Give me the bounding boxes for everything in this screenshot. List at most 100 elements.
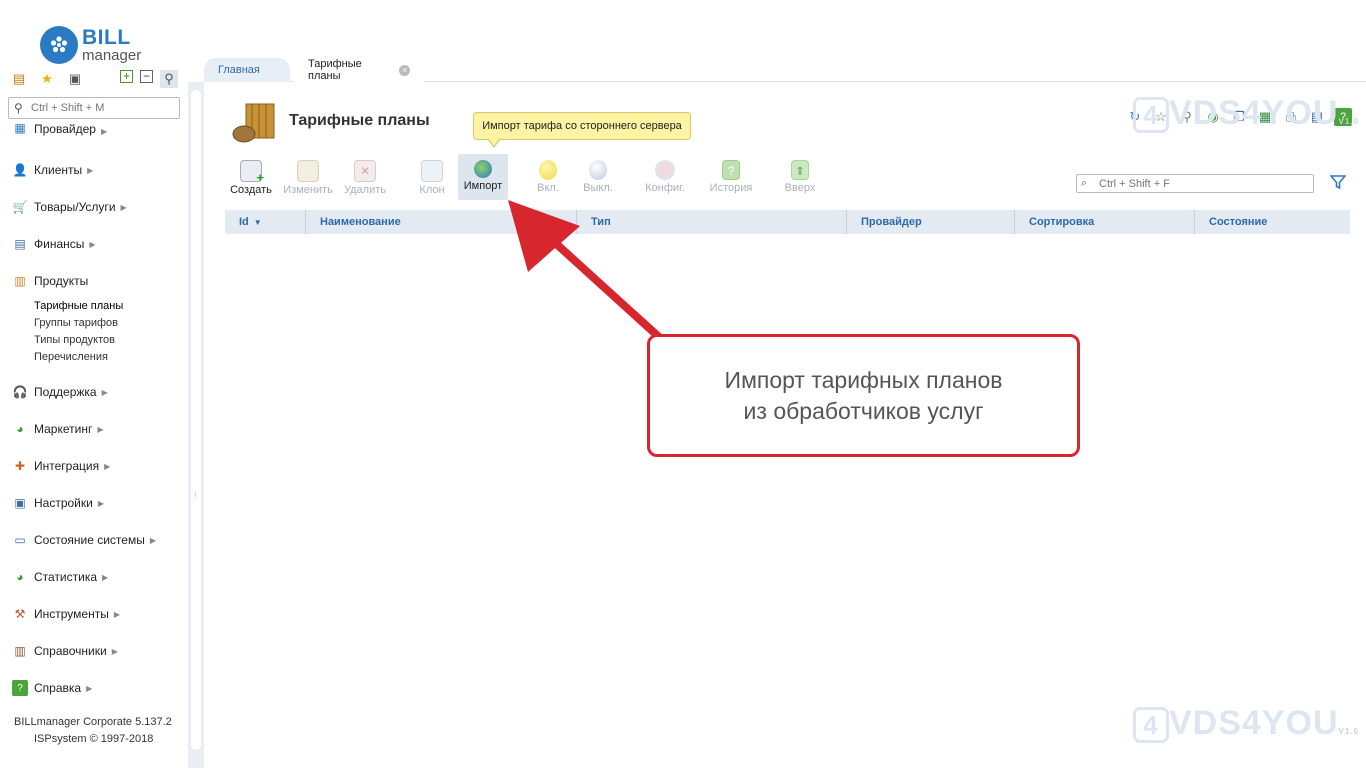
tab-home[interactable]: Главная: [204, 58, 290, 82]
sidebar-item-help[interactable]: ? Справка ▶: [12, 678, 92, 698]
sidebar-item-finance[interactable]: ▤ Финансы ▶: [12, 234, 96, 254]
annotation-line-2: из обработчиков услуг: [743, 397, 984, 424]
grid-header: Id ▼ Наименование Тип Провайдер Сортировк…: [225, 210, 1350, 234]
column-state[interactable]: Состояние: [1194, 210, 1350, 234]
close-tab-icon[interactable]: ×: [399, 64, 410, 76]
chevron-right-icon: ▶: [89, 239, 96, 249]
create-label: Создать: [230, 184, 272, 196]
tooltip-tail-inner: [489, 139, 499, 146]
sidebar-item-products[interactable]: ▥ Продукты: [12, 271, 88, 291]
sidebar-item-tools[interactable]: ⚒ Инструменты ▶: [12, 604, 120, 624]
products-icon: ▥: [14, 274, 26, 288]
sidebar-item-system-state[interactable]: ▭ Состояние системы ▶: [12, 530, 156, 550]
tree-view-icon[interactable]: ▤: [10, 70, 28, 88]
disable-label: Выкл.: [583, 182, 613, 194]
column-sorting[interactable]: Сортировка: [1014, 210, 1194, 234]
history-icon: ?: [722, 160, 740, 180]
column-name[interactable]: Наименование: [305, 210, 576, 234]
grid-search-icon: ⌕: [1081, 177, 1088, 189]
import-button[interactable]: Импорт: [458, 154, 508, 200]
import-globe-icon: [474, 160, 492, 178]
edit-button[interactable]: Изменить: [280, 154, 336, 200]
favorites-star-icon[interactable]: ★: [38, 70, 56, 88]
clone-button[interactable]: Клон: [412, 154, 452, 200]
sidebar-search-input[interactable]: [31, 100, 176, 116]
bulb-off-icon: [589, 160, 607, 180]
splitter-scroll-track[interactable]: [191, 90, 201, 750]
history-label: История: [709, 182, 753, 194]
sidebar-subitem-product-types[interactable]: Типы продуктов: [34, 334, 115, 346]
collapse-all-icon[interactable]: −: [140, 70, 153, 83]
chevron-right-icon: ▶: [104, 461, 111, 471]
enable-label: Вкл.: [537, 182, 559, 194]
sidebar-item-label: Финансы: [34, 237, 85, 251]
sidebar-item-statistics[interactable]: ◕ Статистика ▶: [12, 567, 108, 587]
grid-search-input[interactable]: [1099, 176, 1309, 191]
column-provider[interactable]: Провайдер: [846, 210, 1014, 234]
chevron-right-icon: ▶: [97, 498, 104, 508]
column-label: Состояние: [1209, 216, 1268, 228]
column-id[interactable]: Id ▼: [225, 210, 305, 234]
watermark-text: VDS4YOU: [1169, 94, 1339, 132]
import-label: Импорт: [463, 180, 503, 192]
column-type[interactable]: Тип: [576, 210, 846, 234]
create-button[interactable]: + Создать: [226, 154, 276, 200]
sidebar-item-references[interactable]: ▥ Справочники ▶: [12, 641, 118, 661]
edit-icon: [297, 160, 319, 182]
splitter-grip-icon[interactable]: ⁞: [194, 490, 197, 500]
clients-icon: 👤: [12, 163, 28, 177]
sidebar-subitem-enumerations[interactable]: Перечисления: [34, 351, 108, 363]
pin-icon[interactable]: ⚲: [160, 70, 178, 88]
sidebar-subitem-tariffs[interactable]: Тарифные планы: [34, 300, 123, 312]
sidebar-item-label: Статистика: [34, 570, 98, 584]
up-button[interactable]: ⬆ Вверх: [778, 154, 822, 200]
column-label: Провайдер: [861, 216, 922, 228]
tariff-plans-boxes-icon: [232, 103, 275, 143]
filter-icon[interactable]: [1330, 174, 1346, 190]
enable-button[interactable]: Вкл.: [528, 154, 568, 200]
sidebar-item-label: Товары/Услуги: [34, 200, 116, 214]
expand-all-icon[interactable]: +: [120, 70, 133, 83]
settings-icon: ▣: [14, 496, 26, 510]
support-icon: 🎧: [12, 385, 28, 399]
sidebar-item-marketing[interactable]: ◕ Маркетинг ▶: [12, 419, 104, 439]
sidebar-splitter[interactable]: ⁞: [188, 82, 204, 768]
chevron-right-icon: ▶: [113, 609, 120, 619]
tab-tariff-plans[interactable]: Тарифные планы ×: [294, 58, 424, 82]
sidebar-item-label: Настройки: [34, 496, 93, 510]
sort-desc-icon: ▼: [253, 217, 262, 227]
sidebar-item-integration[interactable]: ✚ Интеграция ▶: [12, 456, 110, 476]
bulb-on-icon: [539, 160, 557, 180]
logo-dots-icon: [50, 36, 68, 53]
clipboard-icon[interactable]: ▣: [66, 70, 84, 88]
history-button[interactable]: ? История: [706, 154, 756, 200]
delete-button[interactable]: ✕ Удалить: [340, 154, 390, 200]
config-button[interactable]: Конфиг.: [638, 154, 692, 200]
sidebar-item-label: Справка: [34, 681, 82, 695]
sidebar-item-support[interactable]: 🎧 Поддержка ▶: [12, 382, 108, 402]
tools-icon: ⚒: [14, 607, 26, 621]
sidebar-item-clients[interactable]: 👤 Клиенты ▶: [12, 160, 94, 180]
footer-copyright: ISPsystem © 1997-2018: [34, 733, 154, 745]
chevron-right-icon: ▶: [97, 424, 104, 434]
logo-subtitle: manager: [82, 47, 142, 64]
sidebar-item-goods[interactable]: 🛒 Товары/Услуги ▶: [12, 197, 127, 217]
sidebar-item-settings[interactable]: ▣ Настройки ▶: [12, 493, 104, 513]
tab-home-label: Главная: [218, 64, 260, 76]
sidebar: BILL manager ▤ ★ ▣ + − ⚲ ⚲ ▦ Провайдер▶ …: [0, 0, 188, 768]
sidebar-item-label: Продукты: [34, 274, 89, 288]
grid-search[interactable]: ⌕: [1076, 174, 1314, 193]
sidebar-item-label: Интеграция: [34, 459, 100, 473]
watermark-version: V1.0: [1338, 727, 1359, 736]
watermark-bottom: 4 VDS4YOUV1.0: [1133, 704, 1359, 743]
billmanager-logo[interactable]: BILL manager: [40, 26, 160, 66]
sidebar-item-provider[interactable]: ▦ Провайдер ▶: [12, 124, 107, 136]
sidebar-search[interactable]: ⚲: [8, 97, 180, 119]
marketing-icon: ◕: [16, 422, 24, 436]
sidebar-item-label: Поддержка: [34, 385, 97, 399]
chevron-right-icon: ▶: [100, 127, 108, 136]
disable-button[interactable]: Выкл.: [576, 154, 620, 200]
sidebar-subitem-tariff-groups[interactable]: Группы тарифов: [34, 317, 118, 329]
tooltip-text: Импорт тарифа со стороннего сервера: [482, 120, 682, 132]
import-tooltip: Импорт тарифа со стороннего сервера: [473, 112, 691, 148]
